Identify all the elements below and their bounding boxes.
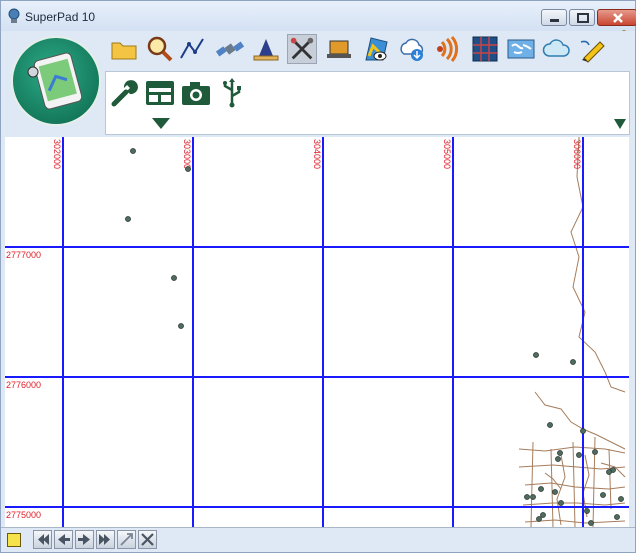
survey-point[interactable] xyxy=(125,216,131,222)
toolbar xyxy=(1,31,635,137)
survey-point[interactable] xyxy=(576,452,582,458)
close-button[interactable] xyxy=(597,9,636,26)
app-window: SuperPad 10 302000 303000 304000 305000 … xyxy=(0,0,636,553)
grid-labels: 302000 303000 304000 305000 306000 2777000 277… xyxy=(6,139,582,520)
survey-point[interactable] xyxy=(584,508,590,514)
survey-point[interactable] xyxy=(557,450,563,456)
layout-icon[interactable] xyxy=(144,78,176,108)
survey-point[interactable] xyxy=(547,422,553,428)
survey-point[interactable] xyxy=(588,520,594,526)
prev-record-button[interactable] xyxy=(54,530,73,549)
survey-point[interactable] xyxy=(614,514,620,520)
signal-icon[interactable] xyxy=(434,34,464,64)
tools-icon[interactable] xyxy=(287,34,317,64)
next-icon xyxy=(78,534,90,545)
last-record-button[interactable] xyxy=(96,530,115,549)
survey-point[interactable] xyxy=(171,275,177,281)
y-coordinate-label: 2775000 xyxy=(6,510,41,520)
prev-icon xyxy=(58,534,70,545)
survey-points xyxy=(125,148,624,526)
survey-point[interactable] xyxy=(540,512,546,518)
survey-point[interactable] xyxy=(570,359,576,365)
survey-point[interactable] xyxy=(130,148,136,154)
world-map-icon[interactable] xyxy=(506,34,536,64)
x-coordinate-label: 305000 xyxy=(442,139,452,169)
survey-point[interactable] xyxy=(524,494,530,500)
coordinate-grid xyxy=(5,137,629,527)
survey-point[interactable] xyxy=(555,456,561,462)
road-network xyxy=(518,137,626,527)
survey-point[interactable] xyxy=(530,494,536,500)
edit-pencil-icon[interactable] xyxy=(578,34,608,64)
survey-point[interactable] xyxy=(558,500,564,506)
wrench-icon[interactable] xyxy=(108,78,140,108)
survey-point[interactable] xyxy=(185,166,191,172)
last-icon xyxy=(99,534,110,545)
status-bar xyxy=(1,527,635,552)
x-coordinate-label: 302000 xyxy=(52,139,62,169)
search-icon[interactable] xyxy=(144,34,174,64)
superpad-logo[interactable] xyxy=(11,36,101,126)
survey-point[interactable] xyxy=(600,492,606,498)
first-icon xyxy=(38,534,49,545)
grid-icon[interactable] xyxy=(470,34,500,64)
tablet-map-icon xyxy=(27,52,83,110)
survey-point[interactable] xyxy=(178,323,184,329)
survey-point[interactable] xyxy=(618,496,624,502)
survey-point[interactable] xyxy=(592,449,598,455)
y-coordinate-label: 2777000 xyxy=(6,250,41,260)
map-view-icon[interactable] xyxy=(361,34,391,64)
camera-icon[interactable] xyxy=(180,78,212,108)
folder-icon[interactable] xyxy=(109,34,139,64)
x-coordinate-label: 304000 xyxy=(312,139,322,169)
usb-icon[interactable] xyxy=(216,78,248,108)
clear-selection-button[interactable] xyxy=(138,530,157,549)
zoom-extent-button[interactable] xyxy=(117,530,136,549)
y-coordinate-label: 2776000 xyxy=(6,380,41,390)
layer-color-swatch[interactable] xyxy=(7,533,21,547)
cloud-icon[interactable] xyxy=(542,34,572,64)
measure-icon[interactable] xyxy=(251,34,281,64)
next-record-button[interactable] xyxy=(75,530,94,549)
cloud-download-icon[interactable] xyxy=(397,34,427,64)
close-x-icon xyxy=(141,533,154,546)
pen-line-icon[interactable] xyxy=(177,34,207,64)
minimize-button[interactable] xyxy=(541,9,567,26)
expand-panel-icon[interactable] xyxy=(152,118,170,129)
survey-point[interactable] xyxy=(538,486,544,492)
maximize-button[interactable] xyxy=(569,9,595,26)
satellite-icon[interactable] xyxy=(215,34,245,64)
x-coordinate-label: 303000 xyxy=(182,139,192,169)
title-bar: SuperPad 10 xyxy=(1,1,636,31)
survey-point[interactable] xyxy=(552,489,558,495)
survey-point[interactable] xyxy=(606,469,612,475)
window-title: SuperPad 10 xyxy=(25,10,96,24)
map-canvas[interactable]: 302000 303000 304000 305000 306000 2777000 277… xyxy=(5,137,629,527)
first-record-button[interactable] xyxy=(33,530,52,549)
survey-point[interactable] xyxy=(580,428,586,434)
zoom-extent-icon xyxy=(120,533,133,546)
laptop-icon[interactable] xyxy=(324,34,354,64)
panel-menu-icon[interactable] xyxy=(614,119,626,129)
tools-panel xyxy=(105,71,630,135)
survey-point[interactable] xyxy=(536,516,542,522)
app-logo-icon xyxy=(8,8,20,23)
survey-point[interactable] xyxy=(533,352,539,358)
x-coordinate-label: 306000 xyxy=(572,139,582,169)
